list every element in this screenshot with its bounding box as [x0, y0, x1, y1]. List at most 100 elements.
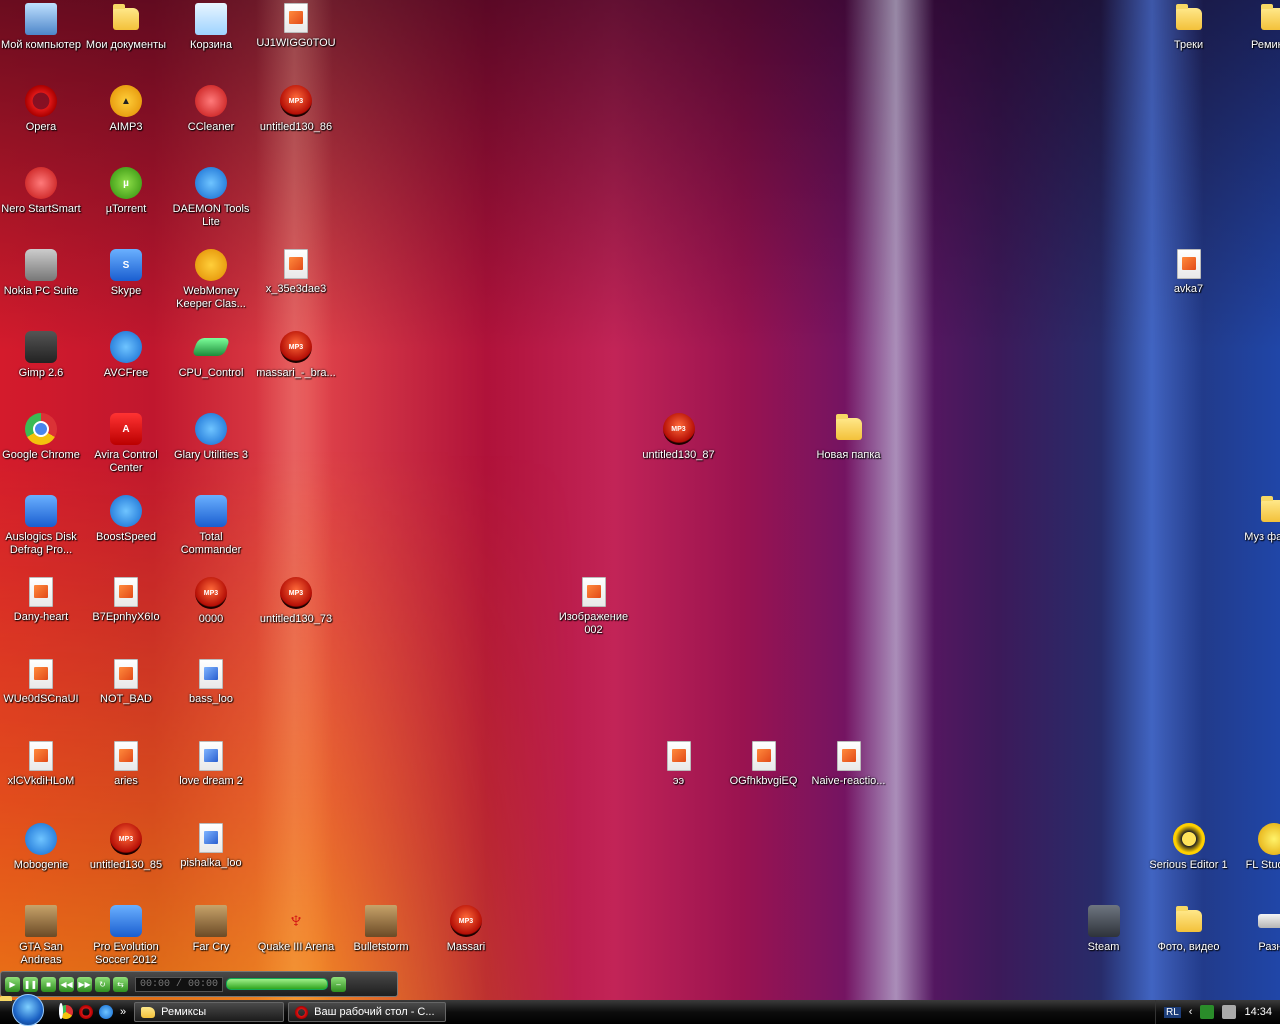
desktop-icon-massari-bra[interactable]: MP3massari_-_bra...	[254, 331, 338, 380]
desktop-icon-muz[interactable]: Муз файлы	[1232, 495, 1280, 544]
desktop-icon-aries[interactable]: aries	[84, 741, 168, 788]
desktop-icon-gta[interactable]: GTA San Andreas	[0, 905, 83, 967]
desktop-icon-remiksy[interactable]: Ремиксы	[1232, 3, 1280, 52]
desktop-icon-label: AIMP3	[109, 121, 142, 134]
desktop-icon-aimp[interactable]: ▲ AIMP3	[84, 85, 168, 134]
doc-file-icon	[199, 823, 223, 853]
desktop-icon-label: Glary Utilities 3	[174, 449, 248, 462]
desktop-icon-glary[interactable]: Glary Utilities 3	[169, 413, 253, 462]
desktop-icon-img002[interactable]: Изображение 002	[552, 577, 636, 637]
desktop-icon-u87[interactable]: MP3untitled130_87	[637, 413, 721, 462]
desktop-icon-label: aries	[114, 775, 138, 788]
folder-icon	[1176, 8, 1202, 30]
tray-expand-icon[interactable]: ‹	[1189, 1006, 1193, 1018]
desktop-icon-skype[interactable]: SSkype	[84, 249, 168, 298]
volume-slider[interactable]	[226, 978, 328, 990]
desktop-icon-bass[interactable]: bass_loo	[169, 659, 253, 706]
desktop-icon-boost[interactable]: BoostSpeed	[84, 495, 168, 544]
desktop-icon-x35[interactable]: x_35e3dae3	[254, 249, 338, 296]
desktop-icon-my-computer[interactable]: Мой компьютер	[0, 3, 83, 52]
mp3-icon: MP3	[663, 413, 695, 445]
stop-button[interactable]: ■	[41, 977, 56, 992]
image-file-icon	[284, 249, 308, 279]
minimize-player-button[interactable]: –	[331, 977, 346, 992]
desktop-icon-xlc[interactable]: xlCVkdiHLoM	[0, 741, 83, 788]
desktop-icon-naive[interactable]: Naive-reactio...	[807, 741, 891, 788]
pause-button[interactable]: ❚❚	[23, 977, 38, 992]
desktop-icon-wue[interactable]: WUe0dSCnaUI	[0, 659, 83, 706]
desktop-icon-nero[interactable]: Nero StartSmart	[0, 167, 83, 216]
play-button[interactable]: ▶	[5, 977, 20, 992]
desktop-icon-avira[interactable]: AAvira Control Center	[84, 413, 168, 475]
desktop-icon-razne[interactable]: Разне	[1232, 905, 1280, 954]
desktop-icon-my-docs[interactable]: Мои документы	[84, 3, 168, 52]
desktop-icon-steam[interactable]: Steam	[1062, 905, 1146, 954]
desktop-icon-label: x_35e3dae3	[266, 283, 327, 296]
language-indicator[interactable]: RL	[1164, 1007, 1181, 1018]
task-opera[interactable]: Ваш рабочий стол - С...	[288, 1002, 446, 1022]
desktop-icon-treki[interactable]: Треки	[1147, 3, 1231, 52]
desktop-icon-cpu[interactable]: CPU_Control	[169, 331, 253, 380]
folder-icon	[836, 418, 862, 440]
desktop-icon-utorrent[interactable]: µµTorrent	[84, 167, 168, 216]
desktop-icon-ee[interactable]: ээ	[637, 741, 721, 788]
desktop-icon-label: Треки	[1174, 39, 1203, 52]
prev-button[interactable]: ◀◀	[59, 977, 74, 992]
desktop-icon-label: µTorrent	[106, 203, 147, 216]
desktop-icon-webmoney[interactable]: WebMoney Keeper Clas...	[169, 249, 253, 311]
desktop-icon-massari[interactable]: MP3Massari	[424, 905, 508, 954]
desktop-icon-ccleaner[interactable]: CCleaner	[169, 85, 253, 134]
image-file-icon	[29, 659, 53, 689]
desktop-icon-notbad[interactable]: NOT_BAD	[84, 659, 168, 706]
task-remiksy[interactable]: Ремиксы	[134, 1002, 284, 1022]
chrome-icon[interactable]	[59, 1005, 73, 1019]
desktop-icon-bullet[interactable]: Bulletstorm	[339, 905, 423, 954]
desktop-icon-zero[interactable]: MP30000	[169, 577, 253, 626]
desktop-icon-recycle[interactable]: Корзина	[169, 3, 253, 52]
desktop-icon-u86[interactable]: MP3untitled130_86	[254, 85, 338, 134]
desktop-icon-mobo[interactable]: Mobogenie	[0, 823, 83, 872]
desktop-icon-label: Изображение 002	[552, 611, 636, 637]
desktop-icon-serious[interactable]: Serious Editor 1	[1147, 823, 1231, 872]
desktop-icon-pes[interactable]: Pro Evolution Soccer 2012	[84, 905, 168, 967]
desktop-icon-avcfree[interactable]: AVCFree	[84, 331, 168, 380]
volume-icon[interactable]	[1222, 1005, 1236, 1019]
desktop-icon-label: Opera	[26, 121, 57, 134]
desktop-icon-dany[interactable]: Dany-heart	[0, 577, 83, 624]
repeat-button[interactable]: ↻	[95, 977, 110, 992]
next-button[interactable]: ▶▶	[77, 977, 92, 992]
desktop-icon-avka7[interactable]: avka7	[1147, 249, 1231, 296]
desktop-icon-fl[interactable]: FL Studio 9	[1232, 823, 1280, 872]
desktop-icon-auslogics[interactable]: Auslogics Disk Defrag Pro...	[0, 495, 83, 557]
drive-icon	[1258, 914, 1280, 928]
shuffle-button[interactable]: ⇆	[113, 977, 128, 992]
desktop-icon-love[interactable]: love dream 2	[169, 741, 253, 788]
ie-icon[interactable]	[99, 1005, 113, 1019]
desktop-icon-farcry[interactable]: Far Cry	[169, 905, 253, 954]
network-icon[interactable]	[1200, 1005, 1214, 1019]
desktop-icon-uj1[interactable]: UJ1WIGG0TOU	[254, 3, 338, 50]
aimp-icon: ▲	[110, 85, 142, 117]
start-button[interactable]	[0, 1000, 56, 1024]
desktop-icon-b7e[interactable]: B7EpnhyX6Io	[84, 577, 168, 624]
webmoney-icon	[195, 249, 227, 281]
desktop-icon-u85[interactable]: MP3untitled130_85	[84, 823, 168, 872]
desktop-icon-u73[interactable]: MP3untitled130_73	[254, 577, 338, 626]
desktop-icon-daemon[interactable]: DAEMON Tools Lite	[169, 167, 253, 229]
system-tray: RL ‹ 14:34	[1155, 1000, 1280, 1024]
desktop-icon-gimp[interactable]: Gimp 2.6	[0, 331, 83, 380]
desktop-icon-totalcmd[interactable]: Total Commander	[169, 495, 253, 557]
desktop-icon-pishalka[interactable]: pishalka_loo	[169, 823, 253, 870]
desktop-icon-chrome[interactable]: Google Chrome	[0, 413, 83, 462]
desktop-icon-quake[interactable]: ♆Quake III Arena	[254, 905, 338, 954]
quicklaunch-more-icon[interactable]: »	[120, 1006, 126, 1018]
desktop-icon-nokia[interactable]: Nokia PC Suite	[0, 249, 83, 298]
desktop-icon-opera[interactable]: Opera	[0, 85, 83, 134]
desktop-icon-newfolder[interactable]: Новая папка	[807, 413, 891, 462]
desktop-icon-label: DAEMON Tools Lite	[169, 203, 253, 229]
opera-icon[interactable]	[79, 1005, 93, 1019]
desktop-icon-photo[interactable]: Фото, видео	[1147, 905, 1231, 954]
desktop-icon-ogf[interactable]: OGfhkbvgiEQ	[722, 741, 806, 788]
pes-icon	[110, 905, 142, 937]
clock[interactable]: 14:34	[1244, 1006, 1272, 1018]
